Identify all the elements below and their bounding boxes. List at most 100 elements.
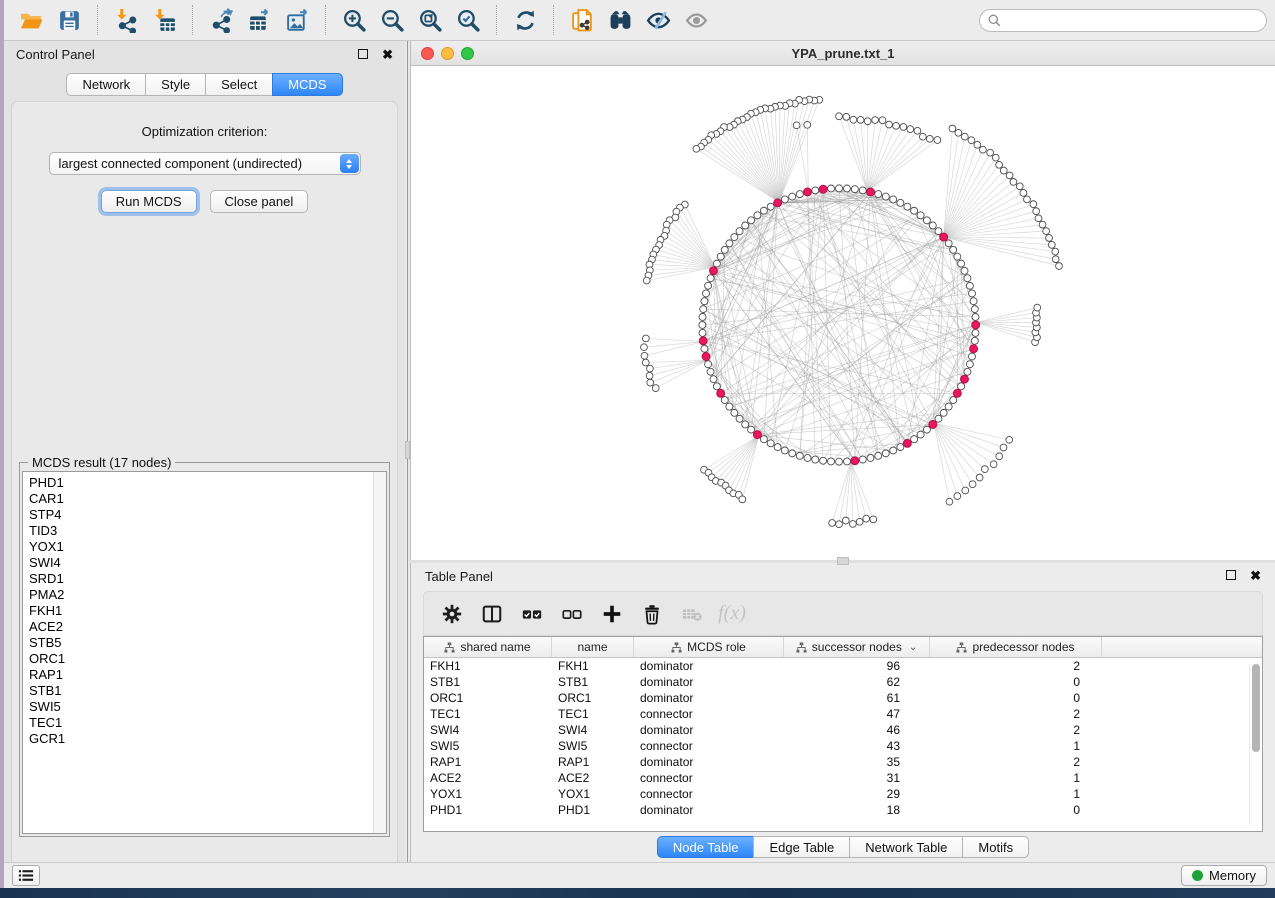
column-header[interactable]: MCDS role [634,637,784,657]
mcds-node-item[interactable]: SWI4 [29,555,367,571]
mcds-node-item[interactable]: TID3 [29,523,367,539]
main-toolbar [4,0,1275,41]
table-scrollbar-thumb[interactable] [1252,664,1260,752]
network-canvas[interactable] [411,66,1275,560]
delete-column-button[interactable] [634,596,670,632]
table-cell: 0 [930,691,1102,705]
tab-motifs[interactable]: Motifs [962,836,1029,858]
export-image-button[interactable] [278,3,316,37]
vertical-splitter[interactable] [405,41,410,862]
tab-network-table[interactable]: Network Table [849,836,962,858]
toolbar-separator [496,5,497,35]
refresh-button[interactable] [506,3,544,37]
tab-select[interactable]: Select [205,73,272,96]
h-splitter-grip[interactable] [837,557,849,565]
node-table[interactable]: shared namenameMCDS rolesuccessor nodes⌄… [423,636,1263,832]
mcds-node-item[interactable]: YOX1 [29,539,367,555]
import-table-button[interactable] [145,3,183,37]
window-minimize-button[interactable] [441,47,454,60]
column-header[interactable]: shared name [424,637,552,657]
tab-edge-table[interactable]: Edge Table [753,836,849,858]
table-row[interactable]: PHD1PHD1dominator180 [424,802,1249,818]
toolbar-separator [97,5,98,35]
mcds-node-item[interactable]: ACE2 [29,619,367,635]
table-row[interactable]: SWI4SWI4dominator462 [424,722,1249,738]
clone-network-button[interactable] [563,3,601,37]
task-history-button[interactable] [12,865,40,886]
mcds-result-list[interactable]: PHD1CAR1STP4TID3YOX1SWI4SRD1PMA2FKH1ACE2… [23,472,373,833]
desktop-background: Control Panel ✖ Network Style Select MCD… [0,0,1275,898]
table-row[interactable]: ORC1ORC1dominator610 [424,690,1249,706]
table-cell: 2 [930,755,1102,769]
zoom-selected-button[interactable] [449,3,487,37]
table-row[interactable]: ACE2ACE2connector311 [424,770,1249,786]
zoom-in-button[interactable] [335,3,373,37]
window-maximize-button[interactable] [461,47,474,60]
table-cell: FKH1 [552,659,634,673]
mcds-node-item[interactable]: ORC1 [29,651,367,667]
table-row[interactable]: TEC1TEC1connector472 [424,706,1249,722]
search-input[interactable] [1007,13,1258,27]
network-window-titlebar[interactable]: YPA_prune.txt_1 [411,41,1275,66]
import-network-button[interactable] [107,3,145,37]
open-file-button[interactable] [12,3,50,37]
zoom-fit-button[interactable] [411,3,449,37]
function-builder-button[interactable]: f(x) [714,596,750,632]
tab-mcds[interactable]: MCDS [272,73,342,96]
table-row[interactable]: FKH1FKH1dominator962 [424,658,1249,674]
show-columns-button[interactable] [474,596,510,632]
table-row[interactable]: YOX1YOX1connector291 [424,786,1249,802]
run-mcds-button[interactable]: Run MCDS [101,190,197,213]
horizontal-splitter[interactable] [410,560,1275,563]
mcds-node-item[interactable]: STB5 [29,635,367,651]
select-all-button[interactable] [514,596,550,632]
table-settings-button[interactable] [434,596,470,632]
tab-network[interactable]: Network [66,73,145,96]
delete-table-button[interactable] [674,596,710,632]
export-table-button[interactable] [240,3,278,37]
mcds-node-item[interactable]: RAP1 [29,667,367,683]
memory-button[interactable]: Memory [1181,865,1267,886]
import-network-icon [114,8,139,33]
table-cell: connector [634,787,784,801]
mcds-node-item[interactable]: GCR1 [29,731,367,747]
mcds-node-item[interactable]: STB1 [29,683,367,699]
float-control-panel-button[interactable] [358,46,368,64]
export-network-button[interactable] [202,3,240,37]
window-close-button[interactable] [421,47,434,60]
table-row[interactable]: SWI5SWI5connector431 [424,738,1249,754]
mcds-node-item[interactable]: PMA2 [29,587,367,603]
table-row[interactable]: RAP1RAP1dominator352 [424,754,1249,770]
zoom-out-button[interactable] [373,3,411,37]
save-button[interactable] [50,3,88,37]
float-table-panel-button[interactable] [1226,567,1236,585]
splitter-grip[interactable] [405,441,410,459]
mcds-node-item[interactable]: CAR1 [29,491,367,507]
show-all-button[interactable] [677,3,715,37]
mcds-node-item[interactable]: STP4 [29,507,367,523]
table-scrollbar[interactable] [1249,664,1260,825]
close-control-panel-button[interactable]: ✖ [382,50,393,60]
result-list-scrollbar[interactable] [373,472,386,833]
table-cell: STB1 [424,675,552,689]
table-row[interactable]: STB1STB1dominator620 [424,674,1249,690]
close-panel-button[interactable]: Close panel [210,190,309,213]
tab-node-table[interactable]: Node Table [657,836,754,858]
mcds-node-item[interactable]: TEC1 [29,715,367,731]
column-header[interactable]: predecessor nodes [930,637,1102,657]
criterion-select[interactable]: largest connected component (undirected) [49,152,361,175]
mcds-node-item[interactable]: SRD1 [29,571,367,587]
close-table-panel-button[interactable]: ✖ [1250,571,1261,581]
mcds-node-item[interactable]: SWI5 [29,699,367,715]
column-header[interactable]: name [552,637,634,657]
column-header[interactable]: successor nodes⌄ [784,637,930,657]
hide-selected-button[interactable] [639,3,677,37]
mcds-node-item[interactable]: FKH1 [29,603,367,619]
zoom-fit-icon [418,8,443,33]
create-column-button[interactable] [594,596,630,632]
search-box[interactable] [979,9,1267,32]
deselect-all-button[interactable] [554,596,590,632]
tab-style[interactable]: Style [145,73,205,96]
mcds-node-item[interactable]: PHD1 [29,475,367,491]
search-network-button[interactable] [601,3,639,37]
